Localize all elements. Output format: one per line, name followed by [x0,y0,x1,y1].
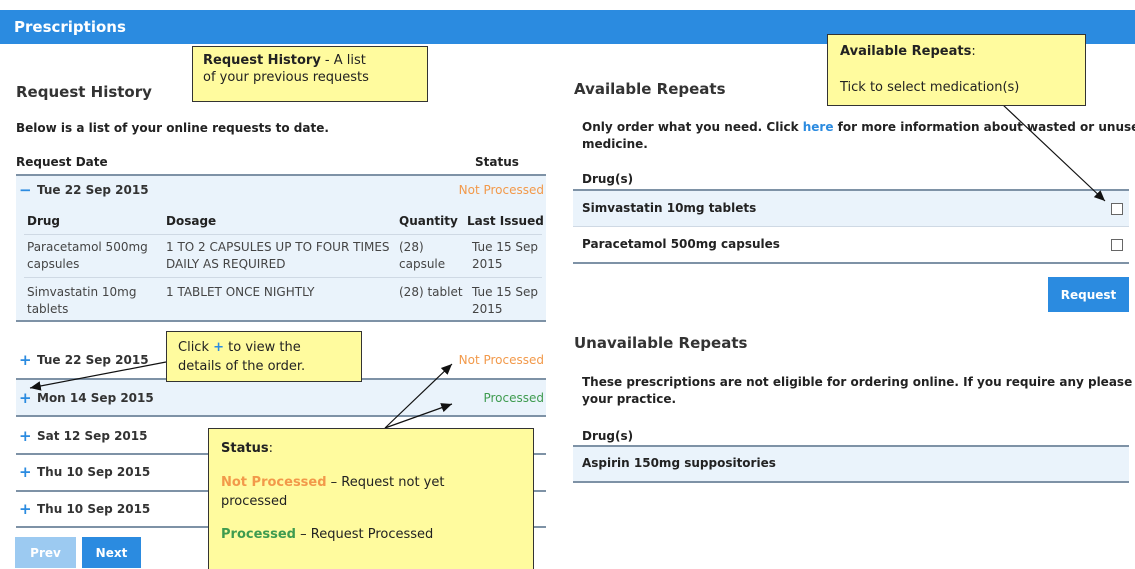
arrow [1001,103,1106,202]
arrow [29,361,167,391]
arrow [384,403,453,429]
status-callout: Status: Not Processed – Request not yet … [208,428,534,569]
request-history-callout: Request History - A list of your previou… [192,46,428,102]
arrow [384,363,453,429]
click-plus-callout: Click + to view the details of the order… [166,331,362,382]
available-repeats-callout: Available Repeats: Tick to select medica… [827,34,1086,106]
